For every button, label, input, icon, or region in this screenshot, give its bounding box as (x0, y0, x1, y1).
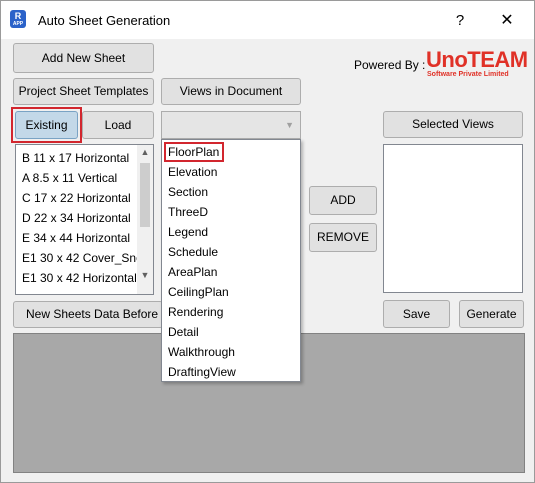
selected-views-label: Selected Views (412, 117, 494, 131)
window-title: Auto Sheet Generation (38, 13, 171, 28)
dropdown-option-legend[interactable]: Legend (168, 225, 208, 239)
views-combo-box[interactable]: ▼ (161, 111, 301, 139)
dropdown-option-elevation[interactable]: Elevation (168, 165, 217, 179)
views-dropdown-list[interactable]: FloorPlan Elevation Section ThreeD Legen… (161, 139, 301, 382)
save-button[interactable]: Save (383, 300, 450, 328)
powered-by-label: Powered By : (354, 58, 426, 72)
scroll-thumb[interactable] (140, 163, 150, 227)
add-label: ADD (330, 193, 356, 207)
help-button[interactable]: ? (448, 10, 472, 32)
project-sheet-templates-button[interactable]: Project Sheet Templates (13, 78, 154, 105)
dropdown-option-draftingview[interactable]: DraftingView (168, 365, 236, 379)
templates-scrollbar[interactable]: ▲ ▼ (137, 145, 153, 294)
selected-views-list[interactable] (383, 144, 523, 293)
selected-views-button[interactable]: Selected Views (383, 111, 523, 138)
app-icon-letter: R (14, 11, 22, 21)
templates-list[interactable]: B 11 x 17 Horizontal A 8.5 x 11 Vertical… (15, 144, 154, 295)
list-item[interactable]: D 22 x 34 Horizontal (22, 211, 131, 225)
load-label: Load (104, 118, 132, 132)
views-in-document-button[interactable]: Views in Document (161, 78, 301, 105)
views-in-document-label: Views in Document (179, 84, 283, 98)
dropdown-option-detail[interactable]: Detail (168, 325, 199, 339)
load-button[interactable]: Load (82, 111, 154, 139)
dropdown-option-walkthrough[interactable]: Walkthrough (168, 345, 235, 359)
dropdown-option-threed[interactable]: ThreeD (168, 205, 208, 219)
list-item[interactable]: E 34 x 44 Horizontal (22, 231, 130, 245)
new-sheets-data-label: New Sheets Data Before Generation (26, 307, 162, 321)
unoteam-logo: UnoTEAM Software Private Limited (426, 47, 528, 79)
add-button[interactable]: ADD (309, 186, 377, 215)
list-item[interactable]: B 11 x 17 Horizontal (22, 151, 129, 165)
dropdown-option-rendering[interactable]: Rendering (168, 305, 223, 319)
revit-app-icon: R APP (10, 10, 26, 28)
chevron-down-icon[interactable]: ▼ (285, 120, 294, 130)
logo-text: UnoTEAM (426, 47, 528, 72)
generate-label: Generate (466, 307, 517, 321)
save-label: Save (402, 307, 431, 321)
scroll-up-icon[interactable]: ▲ (137, 147, 153, 157)
new-sheets-data-button[interactable]: New Sheets Data Before Generation (13, 301, 163, 328)
remove-button[interactable]: REMOVE (309, 223, 377, 252)
list-item[interactable]: E1 30 x 42 Horizontal (22, 271, 137, 285)
remove-label: REMOVE (316, 230, 369, 244)
title-bar: R APP Auto Sheet Generation ? ✕ (1, 1, 534, 39)
list-item[interactable]: E1 30 x 42 Cover_Snow (22, 251, 151, 265)
add-new-sheet-label: Add New Sheet (41, 51, 126, 65)
existing-button[interactable]: Existing (15, 111, 78, 139)
list-item[interactable]: A 8.5 x 11 Vertical (22, 171, 117, 185)
dropdown-option-schedule[interactable]: Schedule (168, 245, 218, 259)
add-new-sheet-button[interactable]: Add New Sheet (13, 43, 154, 73)
logo-tagline: Software Private Limited (427, 71, 509, 78)
auto-sheet-generation-window: R APP Auto Sheet Generation ? ✕ Add New … (0, 0, 535, 483)
project-sheet-templates-label: Project Sheet Templates (18, 84, 149, 98)
generate-button[interactable]: Generate (459, 300, 524, 328)
dropdown-option-areaplan[interactable]: AreaPlan (168, 265, 217, 279)
dropdown-option-floorplan[interactable]: FloorPlan (168, 145, 219, 159)
app-icon-sub: APP (12, 21, 24, 27)
dropdown-option-ceilingplan[interactable]: CeilingPlan (168, 285, 229, 299)
scroll-down-icon[interactable]: ▼ (137, 270, 153, 280)
list-item[interactable]: C 17 x 22 Horizontal (22, 191, 131, 205)
existing-label: Existing (25, 118, 68, 132)
close-button[interactable]: ✕ (495, 10, 519, 32)
dropdown-option-section[interactable]: Section (168, 185, 208, 199)
